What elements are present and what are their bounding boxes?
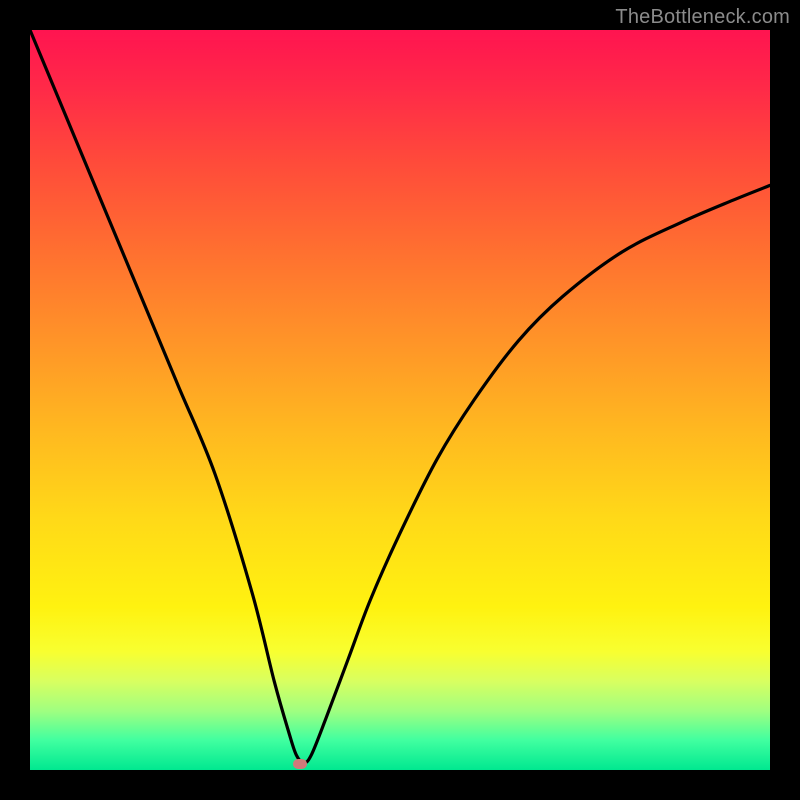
chart-frame: TheBottleneck.com [0, 0, 800, 800]
minimum-marker [293, 759, 307, 769]
watermark-label: TheBottleneck.com [615, 6, 790, 29]
bottleneck-curve [30, 30, 770, 763]
plot-area [30, 30, 770, 770]
curve-svg [30, 30, 770, 770]
